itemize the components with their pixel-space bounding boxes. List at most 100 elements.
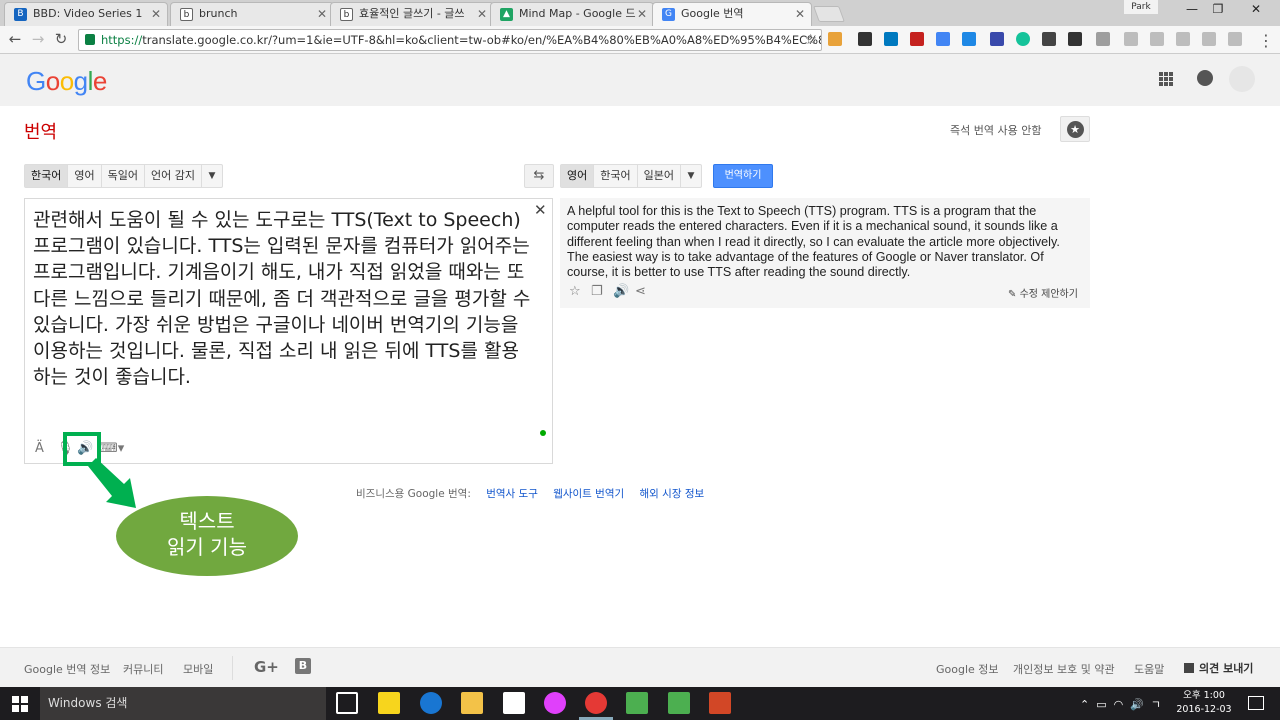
phrasebook-button[interactable]: ★ xyxy=(1060,116,1090,142)
powerpoint-icon[interactable] xyxy=(709,692,731,714)
swap-languages-button[interactable]: ⇆ xyxy=(524,164,554,188)
windows-start-icon[interactable] xyxy=(12,696,28,712)
browser-tab-active[interactable]: G Google 번역 ✕ xyxy=(652,2,812,26)
address-bar[interactable]: https://translate.google.co.kr/?um=1&ie=… xyxy=(78,29,822,51)
copy-icon[interactable]: ❐ xyxy=(591,284,603,299)
back-icon[interactable]: ← xyxy=(5,30,25,48)
source-lang-english[interactable]: 영어 xyxy=(68,165,102,187)
browser-tab[interactable]: b 효율적인 글쓰기 - 글쓰 ✕ xyxy=(330,2,494,26)
source-text[interactable]: 관련해서 도움이 될 수 있는 도구로는 TTS(Text to Speech)… xyxy=(33,207,533,390)
avatar[interactable] xyxy=(1229,66,1255,92)
star-icon[interactable]: ☆ xyxy=(569,284,581,299)
blogger-icon[interactable]: B xyxy=(295,658,311,674)
pencil-icon: ✎ xyxy=(1008,289,1020,300)
minimize-icon[interactable]: — xyxy=(1180,2,1204,16)
chrome-icon[interactable] xyxy=(585,692,607,714)
translator-toolkit-link[interactable]: 번역사 도구 xyxy=(486,488,538,500)
extension-m-icon[interactable] xyxy=(1068,32,1082,46)
tab-title: Google 번역 xyxy=(681,7,744,20)
apps-grid-icon[interactable] xyxy=(1159,72,1173,86)
target-lang-english[interactable]: 영어 xyxy=(561,165,595,187)
windows-search-input[interactable]: Windows 검색 xyxy=(40,687,326,720)
extension-translate-icon[interactable] xyxy=(936,32,950,46)
translate-button[interactable]: 번역하기 xyxy=(713,164,773,188)
extension-icon[interactable] xyxy=(1202,32,1216,46)
footer-link-about[interactable]: Google 번역 정보 xyxy=(24,661,110,677)
browser-menu-icon[interactable]: ⋮ xyxy=(1258,31,1274,50)
footer-link-mobile[interactable]: 모바일 xyxy=(183,661,213,677)
close-icon[interactable]: ✕ xyxy=(151,3,161,25)
translate-favicon-icon: G xyxy=(662,8,675,21)
file-explorer-icon[interactable] xyxy=(461,692,483,714)
website-translator-link[interactable]: 웹사이트 번역기 xyxy=(553,488,624,500)
extension-tag-icon[interactable] xyxy=(1228,32,1242,46)
business-label: 비즈니스용 Google 번역: xyxy=(356,488,471,500)
source-textarea[interactable]: 관련해서 도움이 될 수 있는 도구로는 TTS(Text to Speech)… xyxy=(24,198,553,464)
reload-icon[interactable]: ↻ xyxy=(51,30,71,48)
google-logo[interactable]: Google xyxy=(26,66,107,97)
suggest-edit-link[interactable]: ✎ 수정 제안하기 xyxy=(1008,285,1078,300)
footer-link-community[interactable]: 커뮤니티 xyxy=(123,661,163,677)
feedback-button[interactable]: 의견 보내기 xyxy=(1184,660,1253,676)
share-icon[interactable]: ⋖ xyxy=(635,284,646,299)
kakaotalk-icon[interactable] xyxy=(378,692,400,714)
instant-translation-toggle[interactable]: 즉석 번역 사용 안함 xyxy=(950,122,1041,138)
close-icon[interactable]: ✕ xyxy=(637,3,647,25)
task-view-icon[interactable] xyxy=(336,692,358,714)
source-lang-detect[interactable]: 언어 감지 xyxy=(145,165,202,187)
source-lang-korean[interactable]: 한국어 xyxy=(25,165,69,187)
close-window-icon[interactable]: ✕ xyxy=(1244,2,1268,16)
extension-pocket-icon[interactable] xyxy=(1042,32,1056,46)
extension-evernote-icon[interactable] xyxy=(858,32,872,46)
store-icon[interactable] xyxy=(503,692,525,714)
edge-icon[interactable] xyxy=(420,692,442,714)
extension-code-icon[interactable] xyxy=(1096,32,1110,46)
close-icon[interactable]: ✕ xyxy=(795,3,805,25)
evernote-icon[interactable] xyxy=(626,692,648,714)
extension-grammarly-icon[interactable] xyxy=(1016,32,1030,46)
extension-trello-icon[interactable] xyxy=(884,32,898,46)
callout-arrow-icon xyxy=(88,458,136,508)
profile-label[interactable]: Park xyxy=(1124,0,1158,14)
evernote-icon[interactable] xyxy=(668,692,690,714)
windows-taskbar: Windows 검색 ⌃ ▭ ◠ 🔊 ㄱ 오후 1:00 2016-12-03 xyxy=(0,687,1280,720)
notifications-icon[interactable] xyxy=(1197,70,1213,86)
extension-icon[interactable] xyxy=(990,32,1004,46)
forward-icon[interactable]: → xyxy=(28,30,48,48)
extension-icon[interactable] xyxy=(1176,32,1190,46)
extension-new-icon[interactable] xyxy=(828,32,842,46)
itunes-icon[interactable] xyxy=(544,692,566,714)
maximize-icon[interactable]: ❐ xyxy=(1206,2,1230,16)
speaker-icon[interactable]: 🔊 xyxy=(613,284,629,299)
clock[interactable]: 오후 1:00 2016-12-03 xyxy=(1174,689,1234,717)
google-plus-icon[interactable]: G+ xyxy=(254,658,279,676)
footer-link-help[interactable]: 도움말 xyxy=(1134,661,1164,677)
browser-tab[interactable]: b brunch ✕ xyxy=(170,2,334,26)
keyboard-icon[interactable]: ⌨▾ xyxy=(99,441,124,456)
bookmark-star-icon[interactable]: ☆ xyxy=(804,30,817,50)
browser-tab[interactable]: B BBD: Video Series 1 ✕ xyxy=(4,2,168,26)
input-tools-icon[interactable]: Ä xyxy=(35,441,44,456)
source-lang-german[interactable]: 독일어 xyxy=(102,165,145,187)
new-tab-button[interactable] xyxy=(813,6,845,22)
extension-icon[interactable] xyxy=(1124,32,1138,46)
extension-t-icon[interactable] xyxy=(1150,32,1164,46)
target-lang-korean[interactable]: 한국어 xyxy=(594,165,638,187)
close-icon[interactable]: ✕ xyxy=(317,3,327,25)
translate-subheader: 번역 즉석 번역 사용 안함 ★ xyxy=(0,106,1280,154)
system-tray[interactable]: ⌃ ▭ ◠ 🔊 ㄱ xyxy=(1080,696,1161,712)
clear-text-icon[interactable]: ✕ xyxy=(534,201,547,219)
chevron-down-icon[interactable]: ▼ xyxy=(202,165,222,187)
browser-tab[interactable]: ▲ Mind Map - Google 드 ✕ xyxy=(490,2,654,26)
translation-text: A helpful tool for this is the Text to S… xyxy=(567,204,1060,280)
target-lang-japanese[interactable]: 일본어 xyxy=(638,165,681,187)
extension-v-icon[interactable] xyxy=(962,32,976,46)
chevron-down-icon[interactable]: ▼ xyxy=(681,165,701,187)
close-icon[interactable]: ✕ xyxy=(477,3,487,25)
extension-gmail-icon[interactable] xyxy=(910,32,924,46)
footer-link-privacy[interactable]: 개인정보 보호 및 약관 xyxy=(1013,661,1115,677)
source-language-bar: 한국어 영어 독일어 언어 감지 ▼ xyxy=(24,164,223,188)
notification-center-icon[interactable] xyxy=(1248,696,1264,710)
global-market-finder-link[interactable]: 해외 시장 정보 xyxy=(640,488,705,500)
footer-link-google-info[interactable]: Google 정보 xyxy=(936,661,999,677)
